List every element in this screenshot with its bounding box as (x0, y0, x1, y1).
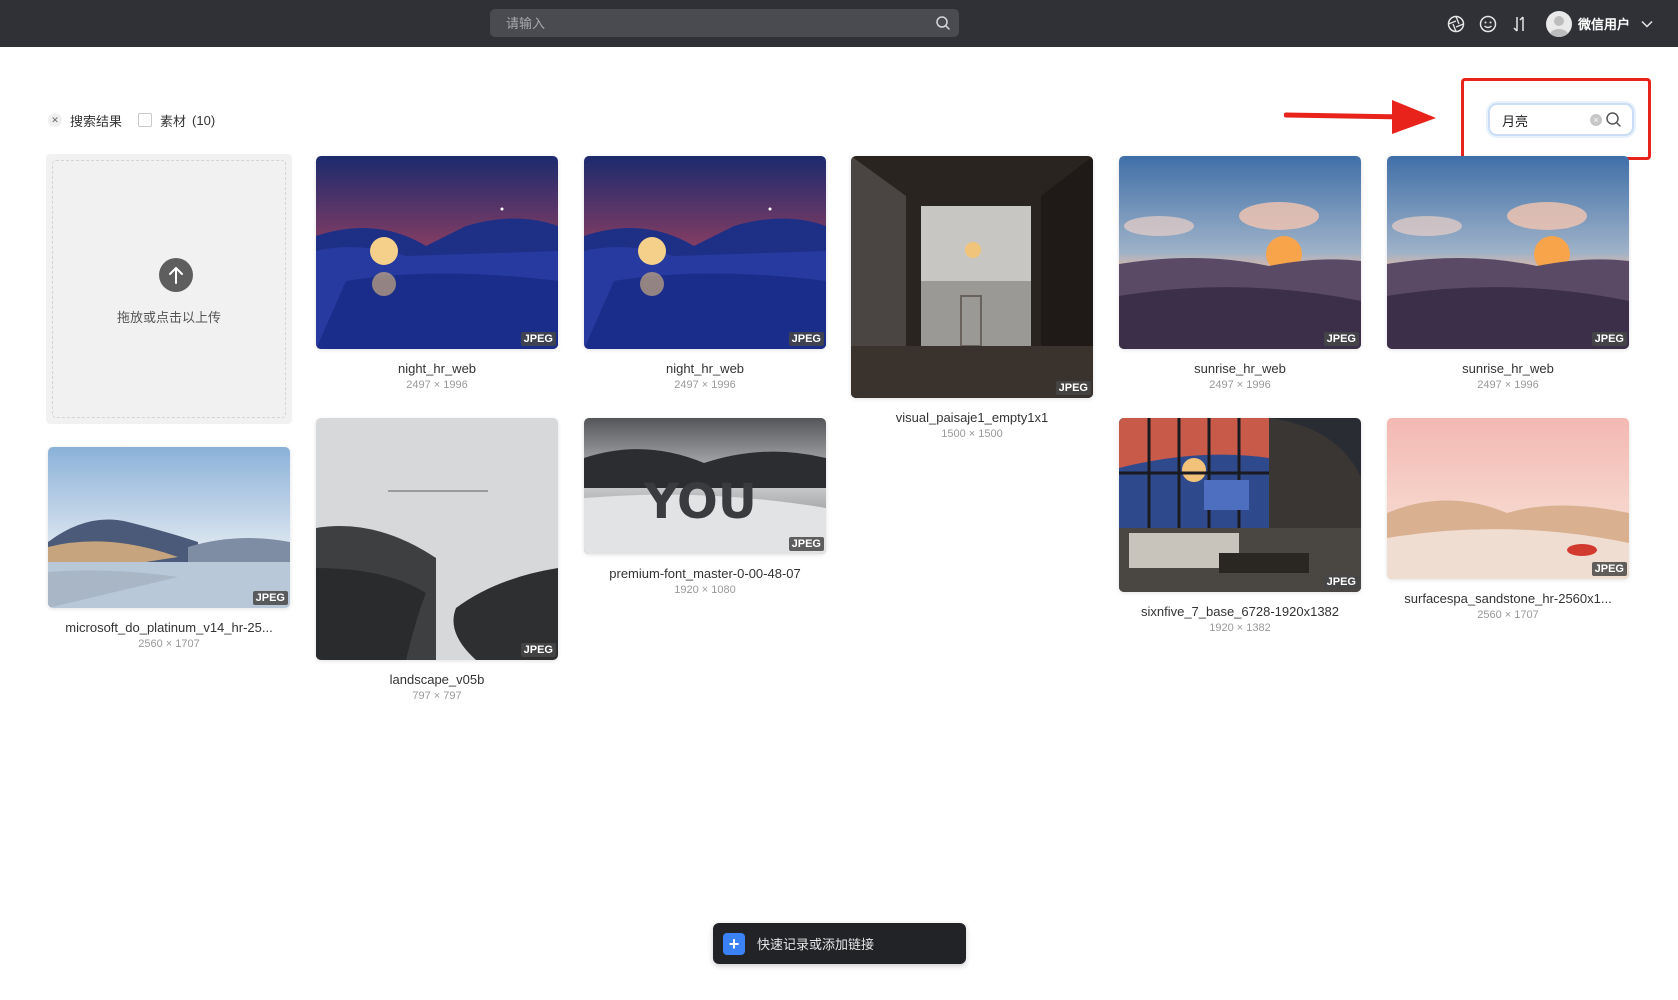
image-thumbnail[interactable]: JPEG (584, 156, 826, 349)
image-dimensions: 1500 × 1500 (941, 428, 1003, 440)
image-dimensions: 1920 × 1080 (674, 584, 736, 596)
image-dimensions: 2560 × 1707 (1477, 609, 1539, 621)
image-name: surfacespa_sandstone_hr-2560x1... (1404, 591, 1612, 606)
filter-row: ✕ 搜索结果 素材 (10) (48, 108, 215, 132)
image-card[interactable]: JPEG surfacespa_sandstone_hr-2560x1... 2… (1387, 418, 1629, 621)
image-card[interactable]: JPEG landscape_v05b 797 × 797 (316, 418, 558, 702)
material-search-box[interactable]: × (1488, 103, 1634, 136)
image-name: premium-font_master-0-00-48-07 (609, 566, 801, 581)
format-badge: JPEG (1591, 562, 1627, 576)
clear-filter-icon[interactable]: ✕ (48, 113, 62, 127)
image-card[interactable]: JPEG sunrise_hr_web 2497 × 1996 (1119, 156, 1361, 391)
image-dimensions: 2497 × 1996 (406, 379, 468, 391)
format-badge: JPEG (252, 591, 288, 605)
image-name: night_hr_web (665, 361, 745, 376)
image-thumbnail[interactable]: JPEG (316, 156, 558, 349)
image-dimensions: 797 × 797 (412, 690, 462, 702)
svg-text:YOU: YOU (643, 474, 757, 530)
image-card[interactable]: JPEG microsoft_do_platinum_v14_hr-25... … (48, 447, 290, 650)
material-search-input[interactable] (1502, 110, 1582, 130)
image-card[interactable]: JPEG visual_paisaje1_empty1x1 1500 × 150… (851, 156, 1093, 440)
format-badge: JPEG (1055, 381, 1091, 395)
image-dimensions: 1920 × 1382 (1209, 622, 1271, 634)
image-thumbnail[interactable]: JPEG (1387, 156, 1629, 349)
image-name: landscape_v05b (389, 672, 485, 687)
material-count: (10) (192, 112, 216, 128)
format-badge: JPEG (1591, 332, 1627, 346)
search-results-label: 搜索结果 (70, 113, 123, 129)
format-badge: JPEG (788, 537, 824, 551)
image-dimensions: 2497 × 1996 (1477, 379, 1539, 391)
image-name: microsoft_do_platinum_v14_hr-25... (65, 620, 273, 635)
format-badge: JPEG (1323, 575, 1359, 589)
annotation-arrow (1284, 100, 1436, 134)
image-name: sunrise_hr_web (1462, 361, 1554, 376)
upload-arrow-icon[interactable] (159, 258, 193, 292)
image-card[interactable]: JPEG night_hr_web 2497 × 1996 (316, 156, 558, 391)
search-icon[interactable] (1605, 111, 1622, 128)
image-dimensions: 2560 × 1707 (138, 638, 200, 650)
top-search-input[interactable] (506, 9, 926, 37)
top-search-box[interactable] (490, 9, 959, 37)
image-card[interactable]: JPEG sunrise_hr_web 2497 × 1996 (1387, 156, 1629, 391)
image-card[interactable]: YOU JPEG premium-font_master-0-00-48-07 … (584, 418, 826, 596)
format-badge: JPEG (520, 332, 556, 346)
image-thumbnail[interactable]: JPEG (851, 156, 1093, 398)
format-badge: JPEG (788, 332, 824, 346)
quick-note-bar[interactable]: + 快速记录或添加链接 (713, 923, 966, 964)
image-name: visual_paisaje1_empty1x1 (895, 410, 1049, 425)
image-thumbnail[interactable]: YOU JPEG (584, 418, 826, 554)
avatar (1545, 10, 1572, 37)
image-thumbnail[interactable]: JPEG (1119, 418, 1361, 592)
image-thumbnail[interactable]: JPEG (1387, 418, 1629, 579)
image-dimensions: 2497 × 1996 (674, 379, 736, 391)
format-badge: JPEG (1323, 332, 1359, 346)
upload-area[interactable]: 拖放或点击以上传 (46, 154, 292, 424)
image-thumbnail[interactable]: JPEG (316, 418, 558, 660)
format-badge: JPEG (520, 643, 556, 657)
sort-icon[interactable] (1510, 14, 1530, 34)
user-menu[interactable]: 微信用户 (1545, 10, 1654, 37)
upload-dropzone[interactable]: 拖放或点击以上传 (52, 160, 286, 418)
image-name: sixnfive_7_base_6728-1920x1382 (1140, 604, 1340, 619)
image-thumbnail[interactable]: JPEG (1119, 156, 1361, 349)
top-bar: 微信用户 (0, 0, 1678, 47)
user-name: 微信用户 (1577, 17, 1630, 32)
upload-label: 拖放或点击以上传 (116, 310, 221, 325)
quick-note-label: 快速记录或添加链接 (757, 937, 875, 952)
material-checkbox[interactable] (138, 113, 153, 127)
image-thumbnail[interactable]: JPEG (48, 447, 290, 608)
top-icons: 微信用户 (1434, 0, 1654, 47)
chevron-down-icon[interactable] (1640, 17, 1654, 31)
image-card[interactable]: JPEG night_hr_web 2497 × 1996 (584, 156, 826, 391)
plus-icon[interactable]: + (723, 932, 745, 955)
search-icon[interactable] (935, 15, 951, 31)
material-label: 素材 (160, 113, 187, 129)
clear-icon[interactable]: × (1590, 114, 1602, 126)
aperture-icon[interactable] (1446, 14, 1466, 34)
image-name: sunrise_hr_web (1194, 361, 1286, 376)
image-name: night_hr_web (397, 361, 477, 376)
image-card[interactable]: JPEG sixnfive_7_base_6728-1920x1382 1920… (1119, 418, 1361, 634)
smile-icon[interactable] (1478, 14, 1498, 34)
image-dimensions: 2497 × 1996 (1209, 379, 1271, 391)
